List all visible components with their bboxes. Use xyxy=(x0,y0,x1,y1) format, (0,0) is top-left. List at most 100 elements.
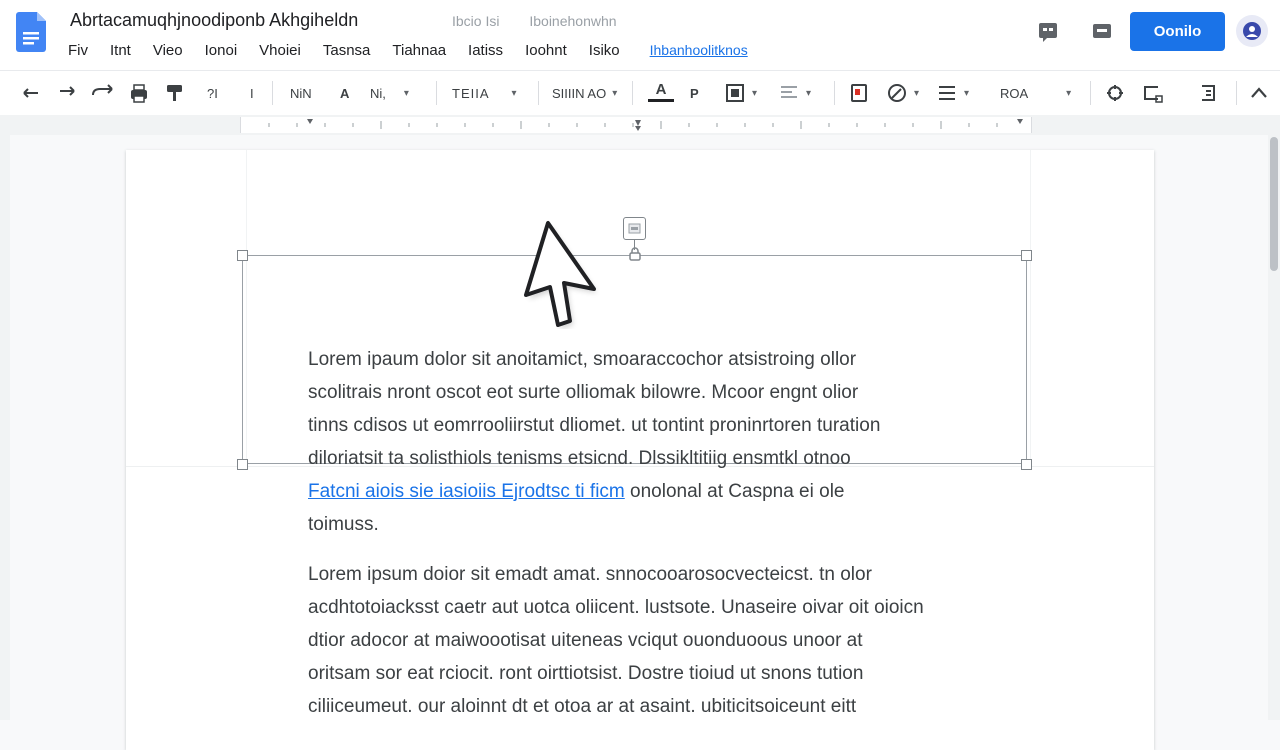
toolbar-divider xyxy=(272,81,273,105)
text-line: scolitrais nront oscot eot surte ollioma… xyxy=(308,382,859,403)
toolbar-divider xyxy=(1090,81,1091,105)
inline-link[interactable]: Fatcni aiois sie iasioiis Ejrodtsc ti fi… xyxy=(308,481,625,502)
margin-guide xyxy=(1030,150,1031,462)
ruler xyxy=(0,115,1280,135)
menu-bar: Fiv Itnt Vieo Ionoi Vhoiei Tasnsa Tiahna… xyxy=(68,40,748,60)
print-button[interactable] xyxy=(128,81,150,105)
more-options-label: ROA xyxy=(1000,85,1029,101)
title-meta-item[interactable]: Iboinehonwhn xyxy=(529,13,616,29)
text-line: Lorem ipsum doior sit emadt amat. snnoco… xyxy=(308,564,872,585)
resize-handle-bottom-right[interactable] xyxy=(1021,459,1032,470)
crop-button[interactable] xyxy=(1140,81,1166,105)
resize-handle-top-right[interactable] xyxy=(1021,250,1032,261)
history-icon[interactable] xyxy=(1034,18,1062,46)
share-button[interactable]: Oonilo xyxy=(1130,12,1225,51)
toolbar: ?I I NiN A Ni, ▾ TEIIA ▾ SIIIIN AO ▾ A P… xyxy=(0,70,1280,116)
redo-alt-icon xyxy=(92,84,113,96)
menu-accessibility[interactable]: Isiko xyxy=(589,42,620,59)
text-segment: onolonal at Caspna ei ole xyxy=(624,481,845,502)
chevron-down-icon: ▾ xyxy=(612,87,618,99)
menu-edit[interactable]: Itnt xyxy=(110,42,131,59)
title-meta: Ibcio Isi Iboinehonwhn xyxy=(452,13,643,29)
replace-image-button[interactable] xyxy=(1196,81,1222,105)
menu-help[interactable]: Ioohnt xyxy=(525,42,567,59)
text-line: dtior adocor at maiwoootisat uiteneas vc… xyxy=(308,630,863,651)
edit-mode-icon xyxy=(888,84,906,102)
align-button[interactable]: ▾ xyxy=(778,81,811,105)
move-button[interactable] xyxy=(1104,81,1126,105)
paint-format-icon xyxy=(167,85,182,101)
lock-icon[interactable] xyxy=(629,247,641,261)
google-docs-logo[interactable] xyxy=(16,12,46,52)
resize-handle-top-left[interactable] xyxy=(237,250,248,261)
font-select-label: TEIIA xyxy=(452,85,490,101)
print-icon xyxy=(131,84,147,103)
rotate-handle[interactable] xyxy=(623,217,646,240)
toolbar-divider xyxy=(632,81,633,105)
insert-link-icon xyxy=(726,84,744,102)
zoom-select[interactable]: NiN xyxy=(290,81,312,105)
move-icon xyxy=(1107,85,1123,101)
menu-file[interactable]: Fiv xyxy=(68,42,88,59)
spellcheck-button[interactable]: ?I xyxy=(207,81,218,105)
last-edit-link[interactable]: Ihbanhoolitknos xyxy=(650,42,748,58)
font-size-label: SIIIIN AO xyxy=(552,85,607,101)
text-line: ciliiceumeut. our aloinnt dt et otoa ar … xyxy=(308,696,857,717)
scrollbar-thumb[interactable] xyxy=(1270,137,1278,271)
font-size-select[interactable]: SIIIIN AO ▾ xyxy=(552,81,617,105)
chevron-down-icon: ▾ xyxy=(752,87,758,99)
replace-image-icon xyxy=(1202,85,1215,101)
text-color-a-button[interactable]: A xyxy=(340,81,349,105)
clear-format-button[interactable]: I xyxy=(250,81,254,105)
text-line: tinns cdisos ut eomrrooliirstut dliomet.… xyxy=(308,415,881,436)
image-icon xyxy=(851,84,867,102)
menu-table[interactable]: Tiahnaa xyxy=(392,42,446,59)
text-line: toimuss. xyxy=(308,514,379,535)
chevron-up-icon xyxy=(1251,87,1267,98)
list-icon xyxy=(939,86,955,100)
menu-insert[interactable]: Ionoi xyxy=(205,42,238,59)
font-select[interactable]: TEIIA ▾ xyxy=(452,81,518,105)
style-select-label: Ni, xyxy=(370,85,386,101)
comment-icon[interactable] xyxy=(1088,18,1116,46)
collapse-toolbar-button[interactable] xyxy=(1248,81,1270,105)
redo-button[interactable] xyxy=(56,81,80,105)
text-color-swatch xyxy=(648,99,674,102)
chevron-down-icon: ▾ xyxy=(914,87,920,99)
chevron-down-icon: ▾ xyxy=(403,87,409,99)
toolbar-divider xyxy=(436,81,437,105)
vertical-ruler xyxy=(0,135,10,720)
crop-icon xyxy=(1144,86,1163,103)
menu-tools[interactable]: Tasnsa xyxy=(323,42,371,59)
avatar[interactable] xyxy=(1236,15,1268,47)
redo-icon xyxy=(60,86,75,96)
resize-handle-bottom-left[interactable] xyxy=(237,459,248,470)
app-header: Abrtacamuqhjnoodiponb Akhgiheldn Ibcio I… xyxy=(0,0,1280,70)
paint-format-button[interactable] xyxy=(164,81,186,105)
text-line: Fatcni aiois sie iasioiis Ejrodtsc ti fi… xyxy=(308,475,958,508)
more-options-select[interactable]: ROA ▾ xyxy=(1000,81,1071,105)
document-title[interactable]: Abrtacamuqhjnoodiponb Akhgiheldn xyxy=(70,10,358,31)
style-select[interactable]: Ni, ▾ xyxy=(370,81,409,105)
redo-alt-button[interactable] xyxy=(90,81,116,105)
text-color-button[interactable]: A xyxy=(648,81,674,105)
document-body[interactable]: Lorem ipaum dolor sit anoitamict, smoara… xyxy=(308,343,958,723)
menu-view[interactable]: Vieo xyxy=(153,42,183,59)
image-options-button[interactable] xyxy=(848,81,870,105)
text-line: acdhtotoiacksst caetr aut uotca oliicent… xyxy=(308,597,924,618)
menu-format[interactable]: Vhoiei xyxy=(259,42,301,59)
align-left-icon xyxy=(781,86,797,98)
toolbar-divider xyxy=(538,81,539,105)
text-line: Lorem ipaum dolor sit anoitamict, smoara… xyxy=(308,349,857,370)
menu-addons[interactable]: Iatiss xyxy=(468,42,503,59)
mouse-cursor-icon xyxy=(520,217,600,329)
title-meta-item[interactable]: Ibcio Isi xyxy=(452,13,499,29)
undo-button[interactable] xyxy=(20,81,44,105)
list-button[interactable]: ▾ xyxy=(936,81,969,105)
insert-link-button[interactable]: ▾ xyxy=(724,81,757,105)
vertical-scrollbar[interactable] xyxy=(1268,135,1280,720)
chevron-down-icon: ▾ xyxy=(1066,87,1072,99)
edit-mode-button[interactable]: ▾ xyxy=(886,81,919,105)
highlight-button[interactable]: P xyxy=(690,81,699,105)
